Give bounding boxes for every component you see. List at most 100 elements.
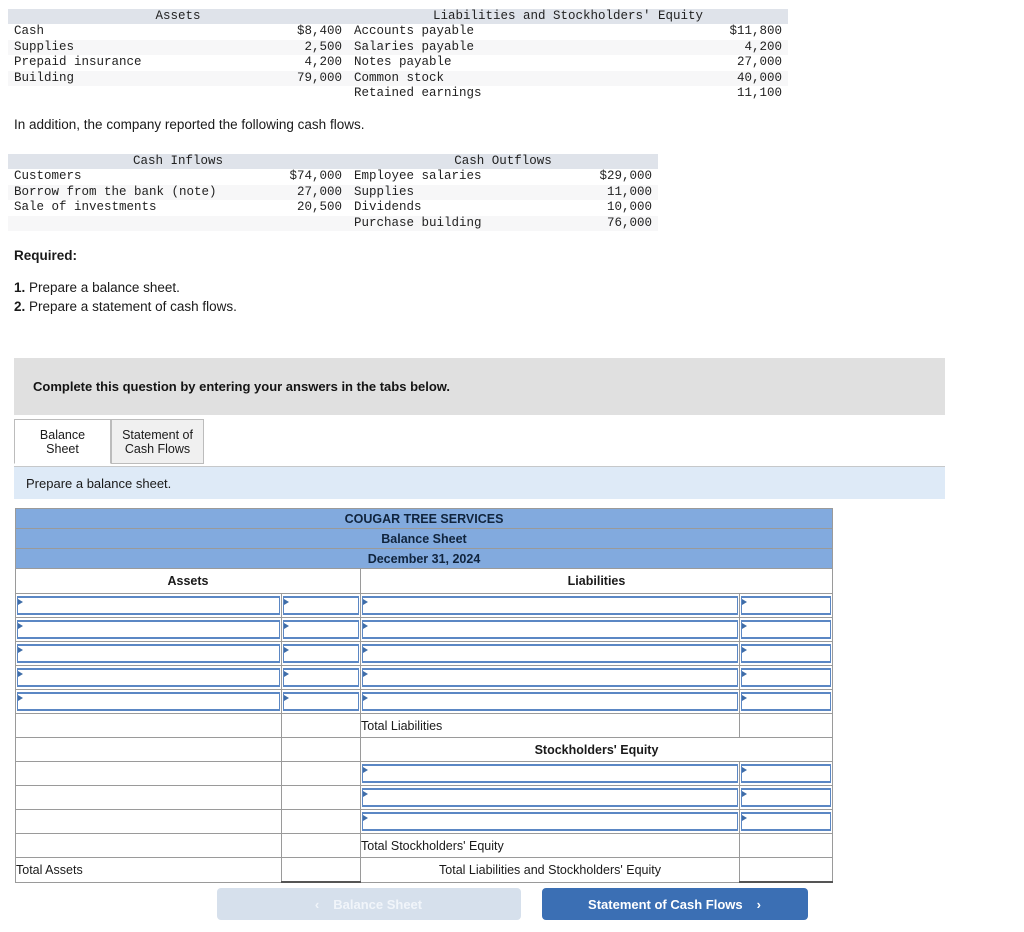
- liability-amount-input-box[interactable]: [741, 596, 832, 615]
- assets-header: Assets: [8, 9, 349, 25]
- tab-statement-of-cash-flows[interactable]: Statement of Cash Flows: [111, 419, 204, 464]
- liability-account-input-box[interactable]: [362, 692, 738, 711]
- asset-account-input[interactable]: [15, 689, 282, 714]
- table-row: Customers $74,000 Employee salaries $29,…: [8, 169, 659, 185]
- equity-account-input-box[interactable]: [362, 764, 738, 783]
- liability-amount-input-box[interactable]: [741, 644, 832, 663]
- asset-amount-input[interactable]: [281, 593, 361, 618]
- total-liabilities-amount: [738, 713, 834, 738]
- equity-amount-input[interactable]: [738, 785, 834, 810]
- liability-amount: 40,000: [678, 70, 789, 87]
- table-header-row: Assets Liabilities and Stockholders' Equ…: [8, 9, 789, 25]
- asset-amount-input-box[interactable]: [283, 644, 359, 663]
- table-row: [15, 641, 834, 666]
- required-heading: Required:: [14, 248, 78, 263]
- asset-amount-input-box[interactable]: [283, 620, 359, 639]
- outflow-amount: $29,000: [558, 169, 659, 185]
- asset-account-input-box[interactable]: [17, 692, 280, 711]
- equity-amount-input[interactable]: [738, 809, 834, 834]
- asset-account-input-box[interactable]: [17, 668, 280, 687]
- asset-amount-input[interactable]: [281, 641, 361, 666]
- table-row: Building 79,000 Common stock 40,000: [8, 70, 789, 87]
- asset-amount-input-box[interactable]: [283, 668, 359, 687]
- inflow-amount: [260, 215, 349, 232]
- liability-amount-input-box[interactable]: [741, 620, 832, 639]
- asset-account-input-box[interactable]: [17, 596, 280, 615]
- asset-account-input[interactable]: [15, 617, 282, 642]
- worksheet-title-row: December 31, 2024: [14, 548, 834, 569]
- total-assets-amount: [281, 857, 361, 883]
- empty-cell: [15, 809, 282, 834]
- asset-amount-input[interactable]: [281, 665, 361, 690]
- empty-cell: [15, 833, 282, 858]
- liability-account-input-box[interactable]: [362, 620, 738, 639]
- table-row: Supplies 2,500 Salaries payable 4,200: [8, 39, 789, 56]
- table-header-row: Cash Inflows Cash Outflows: [8, 154, 659, 170]
- next-statement-of-cash-flows-button[interactable]: Statement of Cash Flows ›: [541, 888, 808, 920]
- liability-amount-input[interactable]: [738, 593, 834, 618]
- equity-amount-input-box[interactable]: [741, 812, 832, 831]
- liability-account-input[interactable]: [360, 617, 740, 642]
- cash-flows-data-table: Cash Inflows Cash Outflows Customers $74…: [8, 154, 659, 232]
- liability-account-input[interactable]: [360, 593, 740, 618]
- asset-account-input[interactable]: [15, 641, 282, 666]
- liability-account-input-box[interactable]: [362, 596, 738, 615]
- asset-label: Cash: [8, 24, 260, 40]
- equity-amount-input[interactable]: [738, 761, 834, 786]
- liability-amount-input-box[interactable]: [741, 692, 832, 711]
- liability-amount-input-box[interactable]: [741, 668, 832, 687]
- total-liabilities-and-equity-label: Total Liabilities and Stockholders' Equi…: [360, 857, 740, 883]
- asset-amount-input[interactable]: [281, 689, 361, 714]
- asset-amount-input[interactable]: [281, 617, 361, 642]
- equity-account-input[interactable]: [360, 785, 740, 810]
- statement-title: Balance Sheet: [14, 528, 834, 549]
- inflow-label: Sale of investments: [8, 200, 260, 216]
- list-item: 1. Prepare a balance sheet.: [14, 278, 237, 297]
- liability-account-input-box[interactable]: [362, 644, 738, 663]
- liability-amount-input[interactable]: [738, 617, 834, 642]
- liability-amount-input[interactable]: [738, 689, 834, 714]
- asset-amount-input-box[interactable]: [283, 692, 359, 711]
- liability-account-input-box[interactable]: [362, 668, 738, 687]
- equity-amount-input-box[interactable]: [741, 764, 832, 783]
- inflow-label: Customers: [8, 169, 260, 185]
- asset-account-input-box[interactable]: [17, 644, 280, 663]
- total-liabilities-label: Total Liabilities: [360, 713, 740, 738]
- asset-amount-input-box[interactable]: [283, 596, 359, 615]
- inflow-amount: 27,000: [260, 184, 349, 201]
- equity-account-input-box[interactable]: [362, 788, 738, 807]
- table-row: [15, 617, 834, 642]
- asset-label: Supplies: [8, 39, 260, 56]
- equity-amount-input-box[interactable]: [741, 788, 832, 807]
- table-row: Borrow from the bank (note) 27,000 Suppl…: [8, 184, 659, 201]
- tab-strip: Balance Sheet Statement of Cash Flows: [14, 419, 945, 464]
- prev-balance-sheet-button[interactable]: ‹ Balance Sheet: [216, 888, 521, 920]
- liability-account-input[interactable]: [360, 689, 740, 714]
- total-assets-label: Total Assets: [15, 857, 282, 883]
- nav-buttons: ‹ Balance Sheet Statement of Cash Flows …: [0, 888, 1024, 920]
- tab-balance-sheet-label: Balance Sheet: [39, 427, 86, 456]
- asset-account-input[interactable]: [15, 593, 282, 618]
- liability-label: Common stock: [348, 70, 679, 87]
- liability-amount: $11,800: [678, 24, 789, 40]
- liabilities-column-header: Liabilities: [359, 568, 834, 594]
- balance-sheet-worksheet: COUGAR TREE SERVICES Balance Sheet Decem…: [14, 508, 834, 883]
- equity-account-input-box[interactable]: [362, 812, 738, 831]
- liability-amount-input[interactable]: [738, 641, 834, 666]
- required-list: 1. Prepare a balance sheet. 2. Prepare a…: [14, 278, 237, 316]
- liability-account-input[interactable]: [360, 641, 740, 666]
- total-liabilities-row: Total Liabilities: [15, 713, 834, 738]
- empty-cell: [281, 809, 361, 834]
- equity-account-input[interactable]: [360, 761, 740, 786]
- liability-label: Salaries payable: [348, 39, 679, 56]
- asset-label: Prepaid insurance: [8, 55, 260, 71]
- equity-account-input[interactable]: [360, 809, 740, 834]
- inflow-label: [8, 215, 260, 232]
- liability-amount-input[interactable]: [738, 665, 834, 690]
- tab-balance-sheet[interactable]: Balance Sheet: [14, 419, 111, 464]
- table-row: Purchase building 76,000: [8, 215, 659, 232]
- asset-account-input[interactable]: [15, 665, 282, 690]
- liability-account-input[interactable]: [360, 665, 740, 690]
- total-liabilities-and-equity-amount: [738, 857, 834, 883]
- asset-account-input-box[interactable]: [17, 620, 280, 639]
